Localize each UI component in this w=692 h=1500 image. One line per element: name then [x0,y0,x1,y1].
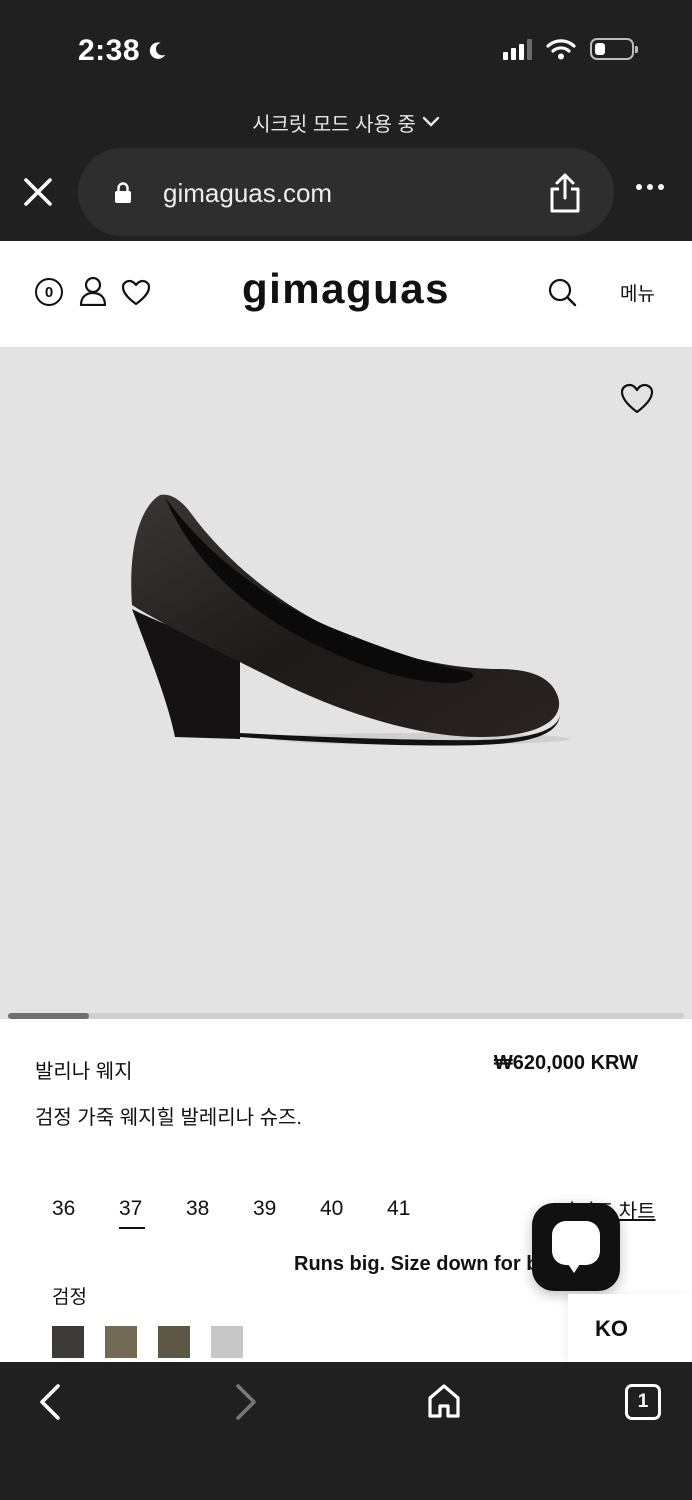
product-description: 검정 가죽 웨지힐 발레리나 슈즈. [35,1107,302,1129]
language-selector[interactable]: KO [568,1294,692,1362]
chat-button[interactable] [532,1203,620,1291]
menu-button[interactable]: 메뉴 [620,279,655,306]
search-icon[interactable] [547,277,577,307]
color-swatch[interactable] [158,1326,190,1358]
url-text: gimaguas.com [163,178,333,208]
size-option[interactable]: 40 [320,1197,387,1221]
size-option[interactable]: 41 [387,1197,454,1221]
forward-arrow-icon[interactable] [232,1382,260,1422]
clock-text: 2:38 [78,34,141,67]
browser-toolbar: 1 [0,1362,692,1500]
product-image-gallery[interactable] [0,347,692,1019]
url-row: gimaguas.com [0,144,692,241]
size-option-selected[interactable]: 37 [119,1197,186,1229]
site-header: 0 gimaguas 메뉴 [0,241,692,347]
product-photo-shoe [131,494,570,746]
color-swatch[interactable] [105,1326,137,1358]
color-label: 검정 [52,1287,87,1308]
gallery-scrollbar[interactable] [8,1013,684,1019]
lock-icon [115,182,131,203]
size-option[interactable]: 36 [52,1197,119,1221]
address-bar[interactable]: gimaguas.com [78,148,614,236]
home-icon[interactable] [426,1382,462,1420]
size-option[interactable]: 38 [186,1197,253,1221]
tab-count: 1 [637,1391,649,1412]
share-icon[interactable] [548,172,582,214]
chat-bubble-icon [552,1221,600,1265]
color-swatch[interactable] [211,1326,243,1358]
status-indicators [503,38,638,60]
status-time: 2:38 [78,34,168,68]
tabs-button[interactable]: 1 [625,1384,661,1420]
heart-icon[interactable] [620,383,654,415]
gallery-scroll-thumb[interactable] [8,1013,90,1019]
color-swatches [52,1326,243,1358]
private-mode-label: 시크릿 모드 사용 중 [252,113,416,136]
wifi-icon [546,39,576,60]
battery-icon [590,38,638,60]
back-arrow-icon[interactable] [36,1382,64,1422]
size-option[interactable]: 39 [253,1197,320,1221]
chat-bubble-tail [566,1261,582,1273]
private-mode-bar[interactable]: 시크릿 모드 사용 중 [0,100,692,144]
product-name: 발리나 웨지 [35,1061,133,1083]
status-bar: 2:38 [0,0,692,100]
close-icon[interactable] [22,176,54,208]
more-options-icon[interactable] [636,184,664,190]
product-price: ₩620,000 KRW [493,1052,638,1074]
site-logo[interactable]: gimaguas [0,265,692,313]
moon-icon [149,42,166,59]
language-label: KO [595,1316,628,1341]
color-swatch[interactable] [52,1326,84,1358]
cellular-signal-icon [503,38,532,60]
size-selector: 36 37 38 39 40 41 [52,1197,454,1229]
chevron-down-icon [422,116,440,127]
